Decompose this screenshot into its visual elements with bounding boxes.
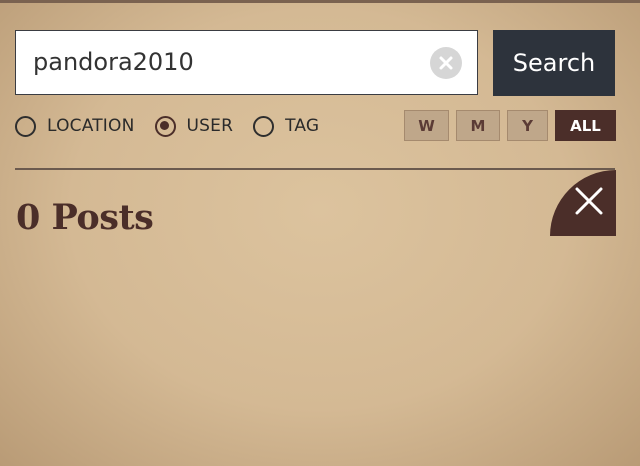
radio-tag[interactable]: TAG — [253, 115, 320, 137]
period-week-button[interactable]: W — [404, 110, 449, 141]
period-all-button[interactable]: ALL — [555, 110, 616, 141]
radio-tag-label: TAG — [285, 116, 320, 136]
clear-icon — [439, 56, 453, 70]
radio-user-circle[interactable] — [154, 115, 176, 137]
radio-location[interactable]: LOCATION — [15, 115, 135, 137]
search-button[interactable]: Search — [493, 30, 615, 96]
radio-user-label: USER — [186, 116, 234, 136]
search-type-radio-group: LOCATION USER TAG — [15, 112, 339, 140]
radio-user[interactable]: USER — [154, 115, 234, 137]
close-results-button[interactable] — [550, 170, 616, 236]
radio-location-label: LOCATION — [47, 116, 135, 136]
period-month-button[interactable]: M — [456, 110, 500, 141]
search-field[interactable] — [15, 30, 478, 95]
radio-location-circle[interactable] — [15, 115, 36, 137]
results-count-title: 0 Posts — [16, 197, 154, 238]
close-icon — [575, 187, 603, 215]
period-year-button[interactable]: Y — [507, 110, 548, 141]
clear-search-button[interactable] — [430, 47, 462, 79]
search-input[interactable] — [33, 31, 413, 93]
radio-tag-circle[interactable] — [253, 115, 275, 137]
divider — [15, 168, 615, 170]
top-edge-border — [0, 0, 640, 3]
